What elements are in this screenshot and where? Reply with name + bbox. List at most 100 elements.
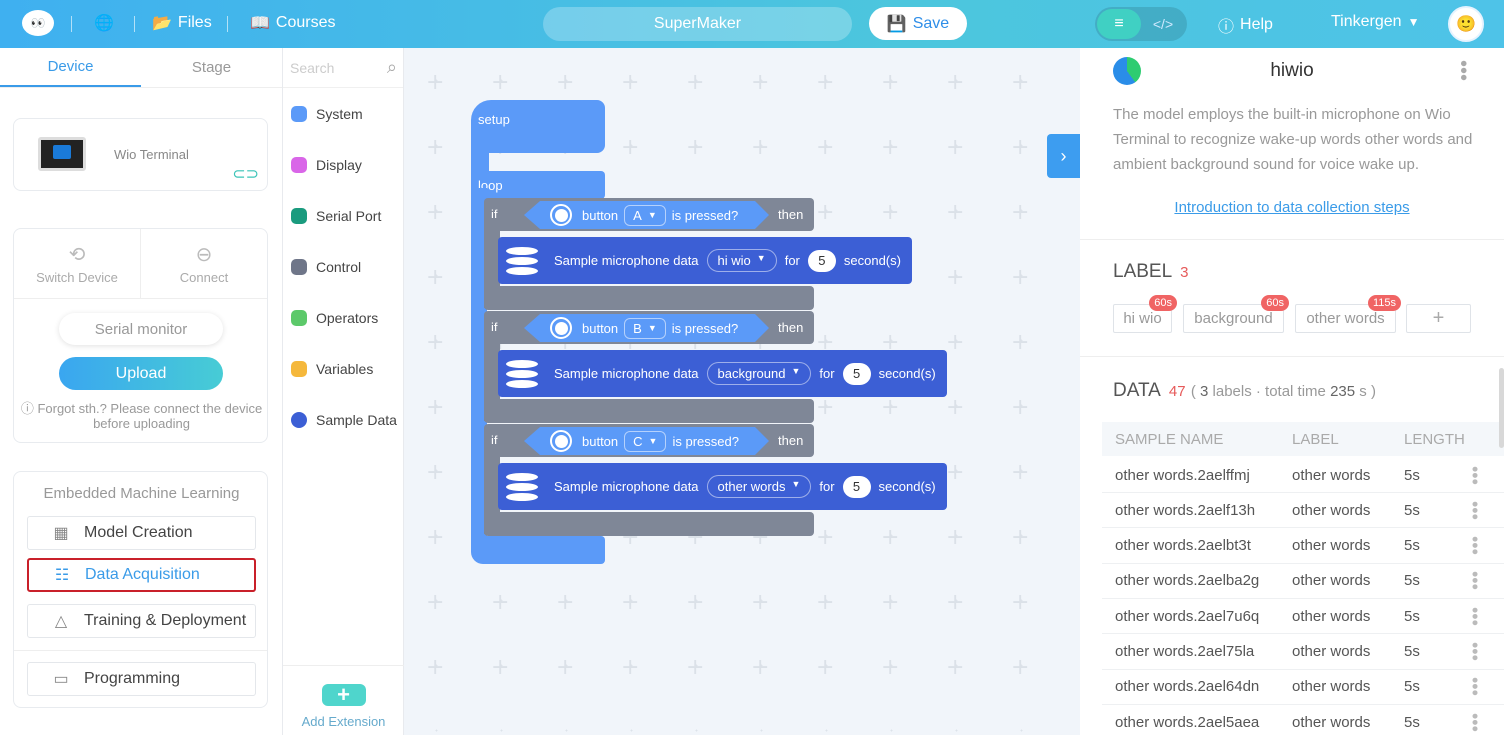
row-menu-icon[interactable]: ••• bbox=[1464, 466, 1485, 485]
category-serial-port[interactable]: Serial Port bbox=[291, 208, 381, 224]
category-control[interactable]: Control bbox=[291, 259, 361, 275]
category-label: Operators bbox=[316, 310, 379, 326]
upload-button[interactable]: Upload bbox=[59, 357, 223, 390]
code-mode-icon[interactable]: </> bbox=[1141, 16, 1185, 32]
globe-icon[interactable]: 🌐 bbox=[94, 13, 114, 33]
table-row[interactable]: other words.2aelbt3t other words 5s ••• bbox=[1102, 529, 1504, 564]
caret-down-icon: ▼ bbox=[1407, 15, 1420, 29]
category-system[interactable]: System bbox=[291, 106, 363, 122]
button-select[interactable]: A ▼ bbox=[624, 205, 666, 226]
blocks-mode-icon[interactable]: ≡ bbox=[1097, 9, 1141, 39]
add-label-button[interactable]: + bbox=[1406, 304, 1471, 333]
add-extension-button[interactable]: + Add Extension bbox=[283, 665, 404, 735]
tab-device[interactable]: Device bbox=[0, 48, 141, 87]
button-select[interactable]: C ▼ bbox=[624, 431, 666, 452]
label-tag[interactable]: background 60s bbox=[1183, 295, 1289, 333]
category-variables[interactable]: Variables bbox=[291, 361, 373, 377]
tab-stage[interactable]: Stage bbox=[141, 48, 282, 87]
row-menu-icon[interactable]: ••• bbox=[1464, 571, 1485, 590]
training-deployment-button[interactable]: △ Training & Deployment bbox=[27, 604, 256, 638]
block-workspace[interactable]: + + + + + + + + + + + + + + + + + + + + + + + + + + + + + + + + + + + + + + + +… bbox=[404, 48, 1080, 735]
data-acquisition-button[interactable]: ☷ Data Acquisition bbox=[27, 558, 256, 592]
avatar[interactable]: 🙂 bbox=[1448, 6, 1484, 42]
row-menu-icon[interactable]: ••• bbox=[1464, 536, 1485, 555]
help-menu[interactable]: ⓘ Help bbox=[1218, 13, 1273, 37]
search-icon[interactable]: ⌕ bbox=[387, 57, 397, 78]
table-row[interactable]: other words.2ael7u6q other words 5s ••• bbox=[1102, 599, 1504, 635]
grid-plus-mark: + bbox=[426, 265, 445, 290]
grid-plus-mark: + bbox=[1011, 70, 1030, 95]
user-menu[interactable]: Tinkergen ▼ bbox=[1331, 13, 1419, 31]
caret-down-icon: ▼ bbox=[791, 366, 801, 376]
duration-input[interactable]: 5 bbox=[842, 362, 871, 385]
help-icon: ⓘ bbox=[1218, 19, 1235, 36]
category-operators[interactable]: Operators bbox=[291, 310, 378, 326]
grid-plus-mark: + bbox=[621, 590, 640, 615]
row-menu-icon[interactable]: ••• bbox=[1464, 713, 1485, 732]
divider bbox=[134, 16, 135, 32]
setup-block[interactable]: setup bbox=[471, 100, 605, 153]
label-tag[interactable]: hi wio 60s bbox=[1113, 295, 1177, 333]
more-options-icon[interactable]: ••• bbox=[1452, 60, 1474, 81]
seconds-label: second(s) bbox=[878, 479, 936, 494]
row-menu-icon[interactable]: ••• bbox=[1464, 607, 1485, 626]
switch-device-button[interactable]: ⟲ Switch Device bbox=[14, 229, 140, 298]
device-actions-card: ⟲ Switch Device ⊖ Connect Serial monitor… bbox=[13, 228, 268, 443]
owl-logo-icon[interactable]: 👀 bbox=[22, 10, 54, 36]
programming-button[interactable]: ▭ Programming bbox=[27, 662, 256, 696]
table-row[interactable]: other words.2aelffmj other words 5s ••• bbox=[1102, 458, 1504, 493]
connect-button[interactable]: ⊖ Connect bbox=[140, 229, 267, 298]
label-select[interactable]: background ▼ bbox=[706, 362, 812, 385]
category-color-icon bbox=[291, 106, 307, 122]
duration-input[interactable]: 5 bbox=[807, 249, 836, 272]
table-row[interactable]: other words.2ael5aea other words 5s ••• bbox=[1102, 705, 1504, 735]
button-select[interactable]: B ▼ bbox=[624, 318, 666, 339]
duration-input[interactable]: 5 bbox=[842, 475, 871, 498]
row-menu-icon[interactable]: ••• bbox=[1464, 642, 1485, 661]
label-select[interactable]: hi wio ▼ bbox=[706, 249, 777, 272]
project-name-field[interactable]: SuperMaker bbox=[543, 7, 852, 41]
device-card[interactable]: Wio Terminal ⊂⊃ bbox=[13, 118, 268, 191]
category-display[interactable]: Display bbox=[291, 157, 362, 173]
table-row[interactable]: other words.2aelba2g other words 5s ••• bbox=[1102, 564, 1504, 599]
data-count: 47 bbox=[1168, 383, 1186, 400]
chevron-right-icon: › bbox=[1060, 145, 1067, 166]
row-menu-icon[interactable]: ••• bbox=[1464, 677, 1485, 696]
grid-plus-mark: + bbox=[946, 395, 965, 420]
sample-label: Sample microphone data bbox=[554, 253, 699, 268]
search-input[interactable]: Search bbox=[290, 60, 334, 76]
sample-microphone-block[interactable]: Sample microphone data other words ▼ for … bbox=[498, 463, 947, 510]
sample-microphone-block[interactable]: Sample microphone data background ▼ for 5… bbox=[498, 350, 947, 397]
label-tag[interactable]: other words 115s bbox=[1295, 295, 1401, 333]
serial-monitor-button[interactable]: Serial monitor bbox=[59, 313, 223, 345]
category-sample-data[interactable]: Sample Data bbox=[291, 412, 397, 428]
table-row[interactable]: other words.2ael64dn other words 5s ••• bbox=[1102, 670, 1504, 705]
button-pressed-condition[interactable]: button B ▼ is pressed? bbox=[524, 314, 769, 342]
row-menu-icon[interactable]: ••• bbox=[1464, 501, 1485, 520]
summary-paren: ( bbox=[1190, 383, 1196, 400]
files-menu[interactable]: 📂 Files bbox=[152, 13, 212, 33]
mode-toggle[interactable]: ≡ </> bbox=[1095, 7, 1187, 41]
expand-panel-button[interactable]: › bbox=[1047, 134, 1080, 178]
scrollbar[interactable] bbox=[1499, 368, 1504, 448]
add-extension-label: Add Extension bbox=[301, 714, 386, 729]
save-button[interactable]: 💾 Save bbox=[869, 7, 967, 40]
sample-label: Sample microphone data bbox=[554, 366, 699, 381]
button-pressed-condition[interactable]: button A ▼ is pressed? bbox=[524, 201, 769, 229]
button-pressed-condition[interactable]: button C ▼ is pressed? bbox=[524, 427, 769, 455]
then-label: then bbox=[778, 320, 804, 335]
table-row[interactable]: other words.2ael75la other words 5s ••• bbox=[1102, 635, 1504, 670]
grid-plus-mark: + bbox=[621, 655, 640, 680]
block-search[interactable]: Search ⌕ bbox=[283, 48, 403, 88]
loop-block[interactable]: loop bbox=[471, 171, 605, 199]
seconds-label: second(s) bbox=[843, 253, 901, 268]
grid-plus-mark: + bbox=[426, 655, 445, 680]
sample-microphone-block[interactable]: Sample microphone data hi wio ▼ for 5 sec… bbox=[498, 237, 912, 284]
link-icon[interactable]: ⊂⊃ bbox=[232, 164, 259, 184]
table-row[interactable]: other words.2aelf13h other words 5s ••• bbox=[1102, 493, 1504, 529]
courses-menu[interactable]: 📖 Courses bbox=[250, 13, 336, 33]
model-name: hiwio bbox=[1270, 60, 1314, 81]
model-creation-button[interactable]: ▦ Model Creation bbox=[27, 516, 256, 550]
intro-link[interactable]: Introduction to data collection steps bbox=[1080, 199, 1504, 216]
label-select[interactable]: other words ▼ bbox=[706, 475, 812, 498]
